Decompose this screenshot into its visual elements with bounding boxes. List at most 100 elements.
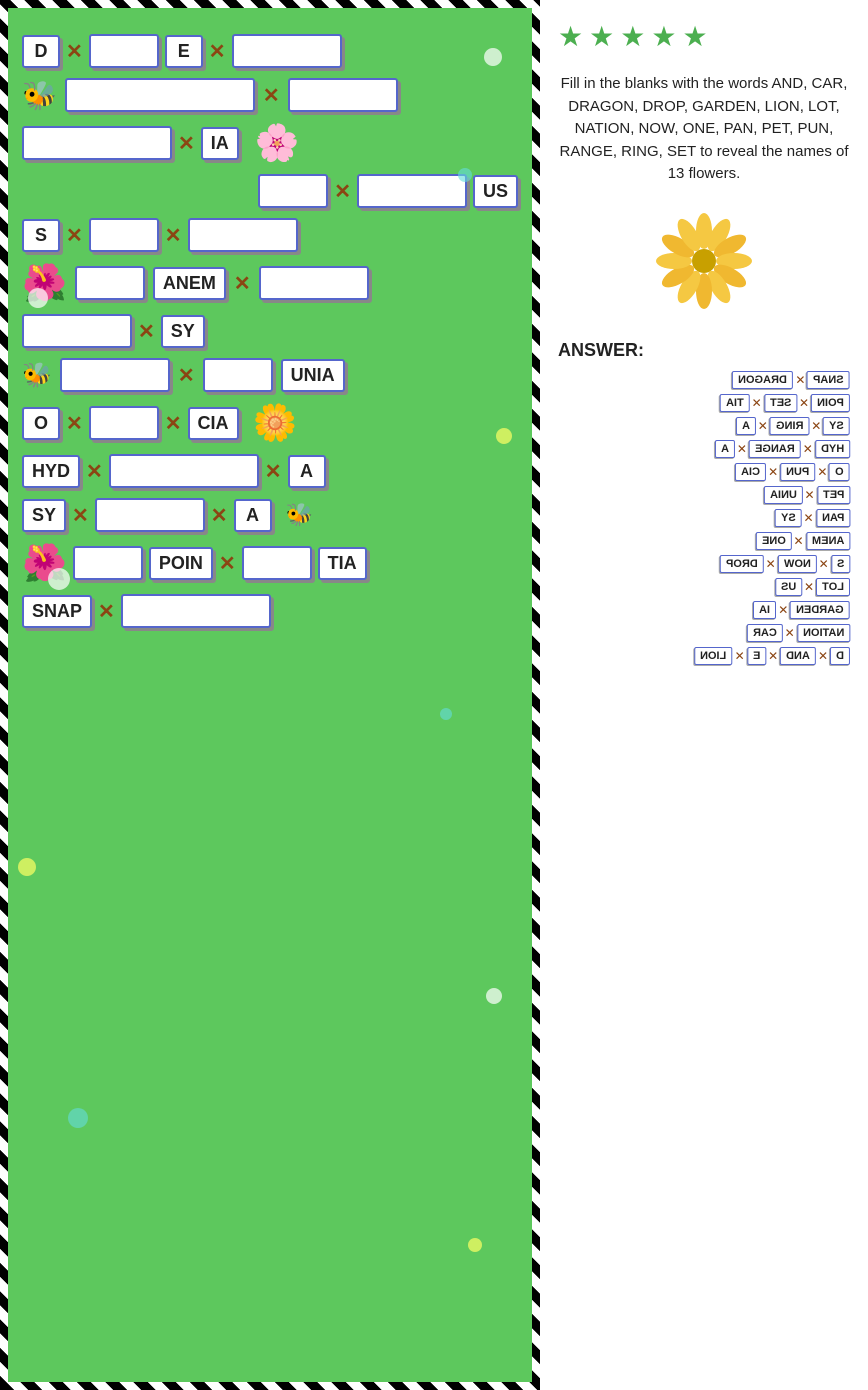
ans-cross: ✕ [737,442,747,456]
ans-box: S [831,555,850,573]
blank[interactable] [95,498,205,532]
ans-box: LOT [816,578,850,596]
puzzle-row-6: 🌺 ANEM ✕ [22,262,518,304]
ans-box: RING [770,417,810,435]
word-s: S [22,219,60,252]
cross-icon: ✕ [178,131,195,156]
ans-box: NOW [778,555,817,573]
ans-box: A [736,417,756,435]
blank[interactable] [357,174,467,208]
ans-box: AND [780,647,816,665]
answer-row-8: ONE ✕ ANEM [558,532,850,550]
blank[interactable] [232,34,342,68]
puzzle-panel: D ✕ E ✕ 🐝 ✕ ✕ IA 🌸 ✕ US S ✕ ✕ 🌺 ANEM [0,0,540,1390]
ans-cross: ✕ [804,511,814,525]
star-1: ★ [558,20,583,53]
word-cia: CIA [188,407,239,440]
cross-icon: ✕ [263,83,280,108]
ans-cross: ✕ [817,465,827,479]
cross-icon: ✕ [66,223,83,248]
ans-box: US [775,578,802,596]
cross-icon: ✕ [72,503,89,528]
puzzle-row-5: S ✕ ✕ [22,218,518,252]
ans-box: ANEM [806,532,850,550]
word-tia: TIA [318,547,367,580]
puzzle-row-8: 🐝 ✕ UNIA [22,358,518,392]
cross-icon: ✕ [98,599,115,624]
ans-box: SY [823,417,850,435]
bee-icon-3: 🐝 [286,502,313,528]
word-anem: ANEM [153,267,226,300]
ans-box: DROP [720,555,764,573]
puzzle-row-7: ✕ SY [22,314,518,348]
ans-box: RANGE [749,440,801,458]
ans-cross: ✕ [778,603,788,617]
answer-row-12: CAR ✕ NATION [558,624,850,642]
deco-dot [28,288,48,308]
ans-box: UNIA [764,486,803,504]
cross-icon: ✕ [165,411,182,436]
puzzle-row-3: ✕ IA 🌸 [22,122,518,164]
word-us: US [473,175,518,208]
word-a2: A [234,499,272,532]
star-2: ★ [589,20,614,53]
instructions-text: Fill in the blanks with the words AND, C… [558,73,850,186]
blank[interactable] [22,126,172,160]
ans-box: SY [775,509,802,527]
blank[interactable] [89,34,159,68]
right-panel: ★ ★ ★ ★ ★ Fill in the blanks with the wo… [540,0,868,1390]
cross-icon: ✕ [178,363,195,388]
blank[interactable] [259,266,369,300]
answer-row-11: IA ✕ GARDEN [558,601,850,619]
word-poin: POIN [149,547,213,580]
answer-rows: DRAGON ✕ SNAP TIA ✕ SET ✕ POIN A ✕ RING … [558,371,850,665]
blank[interactable] [188,218,298,252]
ans-cross: ✕ [785,626,795,640]
word-unia: UNIA [281,359,345,392]
answer-row-7: SY ✕ PAN [558,509,850,527]
star-3: ★ [620,20,645,53]
flower-icon-3: 🌼 [253,402,298,444]
word-sy: SY [161,315,205,348]
ans-box: GARDEN [790,601,850,619]
puzzle-row-11: SY ✕ ✕ A 🐝 [22,498,518,532]
blank[interactable] [288,78,398,112]
ans-box: TIA [720,394,750,412]
blank[interactable] [73,546,143,580]
blank[interactable] [65,78,255,112]
blank[interactable] [242,546,312,580]
blank[interactable] [22,314,132,348]
blank[interactable] [121,594,271,628]
blank[interactable] [89,218,159,252]
puzzle-row-12: 🌺 POIN ✕ TIA [22,542,518,584]
star-5: ★ [682,20,707,53]
ans-box: SET [764,394,797,412]
ans-cross: ✕ [794,534,804,548]
deco-dot [496,428,512,444]
word-a1: A [288,455,326,488]
blank[interactable] [203,358,273,392]
ans-cross: ✕ [811,419,821,433]
blank[interactable] [109,454,259,488]
blank[interactable] [60,358,170,392]
cross-icon: ✕ [265,459,282,484]
ans-cross: ✕ [818,649,828,663]
blank[interactable] [75,266,145,300]
word-e: E [165,35,203,68]
cross-icon: ✕ [209,39,226,64]
ans-box: PUN [780,463,815,481]
ans-box: IA [753,601,776,619]
word-d: D [22,35,60,68]
blank[interactable] [258,174,328,208]
puzzle-row-1: D ✕ E ✕ [22,34,518,68]
cross-icon: ✕ [86,459,103,484]
ans-box: D [830,647,850,665]
answer-row-1: DRAGON ✕ SNAP [558,371,850,389]
word-ia: IA [201,127,239,160]
ans-box: HYD [815,440,850,458]
star-4: ★ [651,20,676,53]
blank[interactable] [89,406,159,440]
ans-cross: ✕ [735,649,745,663]
flower-svg [654,211,754,311]
puzzle-row-4: ✕ US [22,174,518,208]
